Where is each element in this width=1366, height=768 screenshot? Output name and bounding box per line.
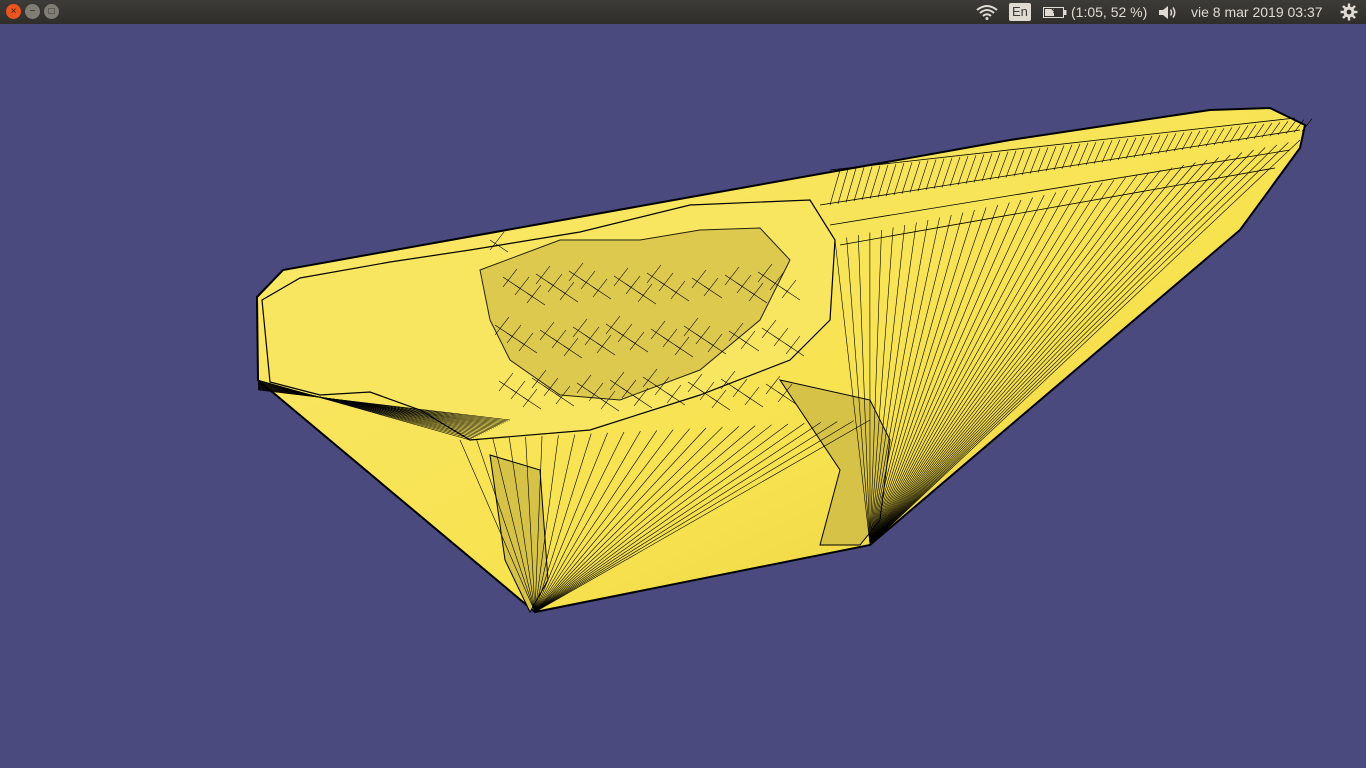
maximize-window-button[interactable]: □ xyxy=(44,4,59,19)
battery-icon[interactable] xyxy=(1043,7,1067,18)
clock[interactable]: vie 8 mar 2019 03:37 xyxy=(1191,0,1323,24)
battery-status-text[interactable]: (1:05, 52 %) xyxy=(1071,0,1147,24)
volume-icon[interactable] xyxy=(1158,5,1178,20)
close-window-button[interactable]: × xyxy=(6,4,21,19)
keyboard-language-indicator[interactable]: En xyxy=(1009,3,1031,21)
3d-viewport[interactable] xyxy=(0,24,1366,768)
wifi-icon[interactable] xyxy=(976,4,998,20)
top-panel: × − □ En (1:05, 52 %) vie 8 mar 2019 03:… xyxy=(0,0,1366,24)
gear-icon[interactable] xyxy=(1340,3,1358,21)
minimize-window-button[interactable]: − xyxy=(25,4,40,19)
